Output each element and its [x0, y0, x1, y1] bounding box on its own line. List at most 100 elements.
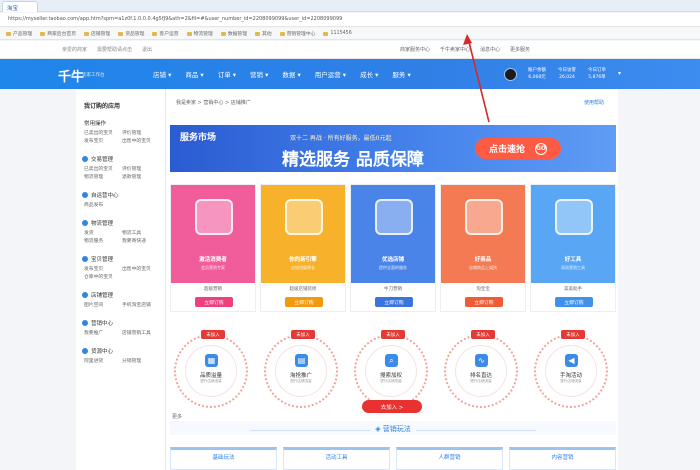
marketing-circle[interactable]: 未加入 ⌕ 搜索加权 提升店铺流量: [354, 330, 428, 408]
sidebar-section-label: 宝贝管理: [91, 257, 114, 263]
sidebar-link[interactable]: 我要推广: [84, 329, 103, 336]
top-link[interactable]: 需要帮助请点击: [97, 46, 132, 53]
sidebar-link[interactable]: 出售中的宝贝: [122, 265, 151, 272]
top-link[interactable]: 消息中心: [480, 46, 500, 53]
more-label[interactable]: 更多: [172, 413, 182, 420]
section-tab[interactable]: 活动工具: [283, 447, 390, 470]
order-button[interactable]: 立即订购: [555, 297, 593, 307]
main-content: 我是卖家 > 营销中心 > 店铺推广 使用帮助 服务市场 双十二 再战 · 所有…: [166, 89, 618, 470]
sidebar-link[interactable]: 评价管理: [122, 129, 141, 136]
folder-icon: [118, 31, 124, 36]
nav-menu-item[interactable]: 订单 ▾: [218, 69, 236, 79]
order-button[interactable]: 立即订购: [375, 297, 413, 307]
avatar[interactable]: [504, 68, 517, 81]
chevron-down-icon[interactable]: ▾: [618, 70, 621, 77]
top-right-links: 商家服务中心 千牛卖家中心 消息中心 更多服务: [400, 46, 530, 53]
logo[interactable]: 千牛: [58, 66, 84, 85]
circle-inner: ◀ 手淘活动 提升店铺流量: [546, 346, 596, 396]
sidebar-section[interactable]: 宝贝管理: [82, 255, 113, 263]
bookmark-item[interactable]: 客户运营: [152, 30, 179, 37]
sidebar-section[interactable]: 物流管理: [82, 219, 113, 227]
stat-visitors[interactable]: 今日访客 26,024: [558, 67, 576, 81]
service-card[interactable]: 好商品 店铺商品上架快 淘宝宝 立即订购: [440, 184, 526, 312]
bookmark-item[interactable]: 产品管理: [6, 30, 32, 37]
bookmark-label: 商家后台首页: [47, 32, 76, 37]
sidebar-link[interactable]: 物流服务: [84, 237, 103, 244]
bookmark-item[interactable]: 数据管理: [220, 30, 247, 37]
top-link[interactable]: 亲爱的商家: [62, 46, 87, 53]
sidebar-link[interactable]: 阿里进货: [84, 357, 103, 364]
stat-label: 今日订单: [588, 68, 606, 73]
service-card[interactable]: 优选店铺 提供全面的服务 牛刀营销 立即订购: [350, 184, 436, 312]
nav-menu-item[interactable]: 服务 ▾: [392, 69, 410, 79]
bookmark-item[interactable]: 其他: [255, 30, 272, 37]
order-button[interactable]: 立即订购: [195, 297, 233, 307]
nav-menu-item[interactable]: 成长 ▾: [360, 69, 378, 79]
sidebar-link[interactable]: 手机淘宝店铺: [122, 301, 151, 308]
nav-menu-item[interactable]: 店铺 ▾: [153, 69, 171, 79]
marketing-circle[interactable]: 未加入 ◀ 手淘活动 提升店铺流量: [534, 330, 608, 408]
stat-label: 今日访客: [558, 68, 576, 73]
browser-tab[interactable]: 淘宝: [2, 1, 38, 12]
order-button[interactable]: 立即订购: [285, 297, 323, 307]
sidebar-link[interactable]: 发布宝贝: [84, 137, 103, 144]
banner-grab-button[interactable]: 点击速抢 GO: [475, 138, 561, 159]
sidebar-link[interactable]: 仓库中的宝贝: [84, 273, 113, 280]
sidebar-link[interactable]: 退款管理: [122, 173, 141, 180]
service-card[interactable]: 激活消费者 会员营销专家 超级营销 立即订购: [170, 184, 256, 312]
marketing-circle[interactable]: 未加入 ▤ 淘抢推广 提升店铺流量: [264, 330, 338, 408]
sidebar-link[interactable]: 发布宝贝: [84, 265, 103, 272]
sidebar-section[interactable]: 店铺管理: [82, 291, 113, 299]
sidebar-link[interactable]: 物流管理: [84, 173, 103, 180]
order-button[interactable]: 立即订购: [465, 297, 503, 307]
sidebar-link[interactable]: 出售中的宝贝: [122, 137, 151, 144]
join-button[interactable]: 去加入 >: [362, 400, 422, 413]
sidebar-section[interactable]: 交易管理: [82, 155, 113, 163]
bookmark-item[interactable]: 店铺管理: [84, 30, 110, 37]
sidebar-section[interactable]: 营销中心: [82, 319, 113, 327]
sidebar-link[interactable]: 商品发布: [84, 201, 103, 208]
sidebar-link[interactable]: 物流工具: [122, 229, 141, 236]
stat-orders[interactable]: 今日订单 5,876单: [588, 67, 606, 81]
help-link[interactable]: 使用帮助: [584, 99, 604, 106]
service-illustration-icon: [555, 199, 593, 235]
section-tab[interactable]: 基础玩法: [170, 447, 277, 470]
sidebar-section[interactable]: 货源中心: [82, 347, 113, 355]
marketing-circle[interactable]: 未加入 ▦ 品质溢量 提升店铺流量: [174, 330, 248, 408]
promo-banner[interactable]: 服务市场 双十二 再战 · 所有好服务，最低0元起 精选服务 品质保障 点击速抢…: [170, 125, 616, 172]
bookmark-item[interactable]: 货品管理: [118, 30, 144, 37]
sidebar-link[interactable]: 已卖出的宝贝: [84, 165, 113, 172]
service-card[interactable]: 你的新引擎 店铺流量增长 超级店铺装修 立即订购: [260, 184, 346, 312]
sidebar-section[interactable]: 自运营中心: [82, 191, 119, 199]
bookmark-item[interactable]: 物流管理: [186, 30, 213, 37]
circle-subtitle: 提升店铺流量: [290, 379, 312, 383]
marketing-circle[interactable]: 未加入 ∿ 排名直达 提升店铺流量: [444, 330, 518, 408]
marketing-tool-icon: ◀: [565, 354, 578, 367]
top-link[interactable]: 千牛卖家中心: [440, 46, 470, 53]
nav-menu-item[interactable]: 用户运营 ▾: [315, 69, 346, 79]
top-link[interactable]: 商家服务中心: [400, 46, 430, 53]
url-text[interactable]: https://myseller.taobao.com/app.htm?spm=…: [8, 16, 342, 22]
service-card[interactable]: 好工具 高效营销工具 美美助手 立即订购: [530, 184, 616, 312]
sidebar-link[interactable]: 店铺营销工具: [122, 329, 151, 336]
nav-menu-item[interactable]: 商品 ▾: [185, 69, 203, 79]
address-bar[interactable]: https://myseller.taobao.com/app.htm?spm=…: [0, 13, 700, 27]
bookmark-item[interactable]: 商家后台首页: [40, 30, 76, 37]
sidebar-link[interactable]: 评价管理: [122, 165, 141, 172]
bookmark-item[interactable]: 营销管理中心: [279, 30, 315, 37]
sidebar-link[interactable]: 发货: [84, 229, 94, 236]
sidebar-link[interactable]: 图片空间: [84, 301, 103, 308]
section-tab[interactable]: 人群营销: [396, 447, 503, 470]
nav-menu-item[interactable]: 营销 ▾: [250, 69, 268, 79]
bookmark-item[interactable]: 1115456: [323, 31, 352, 36]
banner-button-label: 点击速抢: [489, 145, 526, 155]
sidebar-link[interactable]: 已卖出的宝贝: [84, 129, 113, 136]
nav-menu-item[interactable]: 数据 ▾: [282, 69, 300, 79]
stat-value: 26,024: [559, 75, 575, 80]
top-link[interactable]: 退出: [142, 46, 152, 53]
sidebar-link[interactable]: 分销管理: [122, 357, 141, 364]
sidebar-link[interactable]: 我要寄快递: [122, 237, 146, 244]
top-link[interactable]: 更多服务: [510, 46, 530, 53]
stat-balance[interactable]: 账户余额 6,068元: [528, 67, 546, 81]
section-tab[interactable]: 内容营销: [509, 447, 616, 470]
